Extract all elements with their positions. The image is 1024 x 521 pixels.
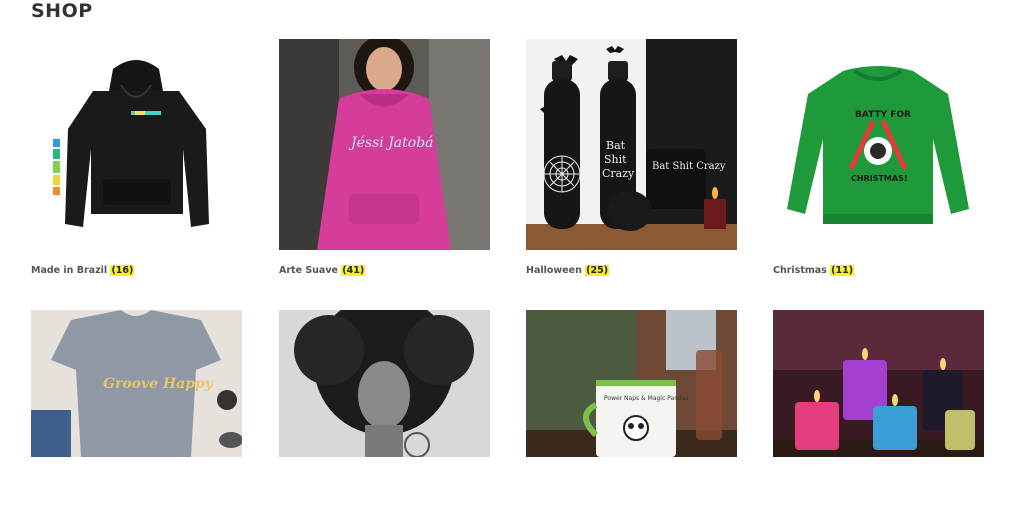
category-image-portrait[interactable] bbox=[279, 310, 490, 521]
category-count-badge: (41) bbox=[341, 265, 366, 276]
sweater-text-bottom: CHRISTMAS! bbox=[851, 174, 907, 183]
category-image-panda-mug[interactable]: Power Naps & Magic Pandas bbox=[526, 310, 737, 521]
category-image-pink-hoodie[interactable]: Jéssi Jatobá bbox=[279, 39, 490, 250]
category-image-sweater[interactable]: BATTY FOR CHRISTMAS! bbox=[773, 39, 984, 250]
category-label[interactable]: Made in Brazil (16) bbox=[31, 265, 135, 276]
category-card-7[interactable]: Power Naps & Magic Pandas bbox=[526, 310, 737, 521]
svg-text:Crazy: Crazy bbox=[602, 167, 635, 180]
category-card-halloween[interactable]: Bat Shit Crazy Bat Shit Crazy Halloween … bbox=[526, 39, 737, 276]
category-count-badge: (11) bbox=[830, 265, 855, 276]
category-name: Christmas bbox=[773, 265, 827, 276]
category-card-christmas[interactable]: BATTY FOR CHRISTMAS! Christmas (11) bbox=[773, 39, 984, 276]
category-count-badge: (16) bbox=[110, 265, 135, 276]
category-card-8[interactable] bbox=[773, 310, 984, 521]
category-name: Halloween bbox=[526, 265, 582, 276]
category-image-hoodie[interactable] bbox=[31, 39, 242, 250]
hoodie-script-text: Jéssi Jatobá bbox=[348, 135, 434, 151]
category-name: Made in Brazil bbox=[31, 265, 108, 276]
category-image-tshirt[interactable]: Groove Happy bbox=[31, 310, 242, 521]
category-label[interactable]: Halloween (25) bbox=[526, 265, 610, 276]
category-card-5[interactable]: Groove Happy bbox=[31, 310, 242, 521]
category-count-badge: (25) bbox=[585, 265, 610, 276]
svg-text:Bat: Bat bbox=[606, 139, 626, 152]
category-label[interactable]: Christmas (11) bbox=[773, 265, 855, 276]
category-image-bottles[interactable]: Bat Shit Crazy Bat Shit Crazy bbox=[526, 39, 737, 250]
category-image-candles[interactable] bbox=[773, 310, 984, 521]
category-name: Arte Suave bbox=[279, 265, 338, 276]
sweater-text-top: BATTY FOR bbox=[855, 110, 911, 120]
mug-text: Bat Shit Crazy bbox=[652, 161, 726, 172]
panda-mug-text: Power Naps & Magic Pandas bbox=[604, 395, 689, 402]
svg-text:Shit: Shit bbox=[604, 153, 627, 166]
category-label[interactable]: Arte Suave (41) bbox=[279, 265, 366, 276]
category-card-6[interactable] bbox=[279, 310, 490, 521]
tee-text: Groove Happy bbox=[103, 376, 214, 392]
category-card-arte-suave[interactable]: Jéssi Jatobá Arte Suave (41) bbox=[279, 39, 490, 276]
page-title: SHOP bbox=[31, 0, 93, 22]
category-card-made-in-brazil[interactable]: Made in Brazil (16) bbox=[31, 39, 242, 276]
